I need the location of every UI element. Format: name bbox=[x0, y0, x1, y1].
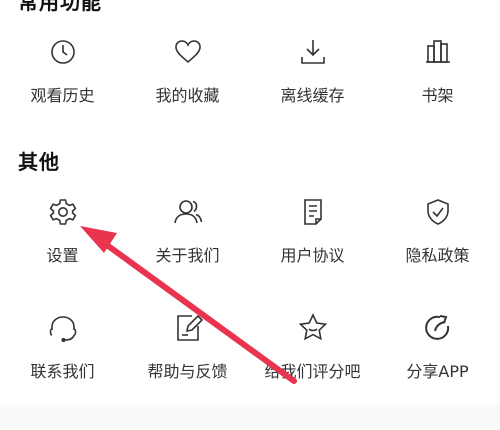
edit-note-icon bbox=[172, 312, 204, 344]
grid-item-label: 观看历史 bbox=[30, 86, 95, 105]
share-circle-icon bbox=[422, 312, 454, 344]
grid-item-bookshelf[interactable]: 书架 bbox=[375, 36, 500, 126]
grid-item-label: 设置 bbox=[46, 246, 79, 265]
grid-item-about-us[interactable]: 关于我们 bbox=[125, 196, 250, 286]
people-icon bbox=[172, 196, 204, 228]
grid-item-label: 我的收藏 bbox=[155, 86, 220, 105]
grid-item-label: 离线缓存 bbox=[280, 86, 345, 105]
grid-item-label: 联系我们 bbox=[30, 362, 95, 381]
grid-item-label: 用户协议 bbox=[280, 246, 345, 265]
grid-item-label: 给我们评分吧 bbox=[264, 362, 361, 381]
grid-item-share-app[interactable]: 分享APP bbox=[375, 312, 500, 402]
grid-item-contact-us[interactable]: 联系我们 bbox=[0, 312, 125, 402]
grid-item-label: 隐私政策 bbox=[405, 246, 470, 265]
grid-item-label: 书架 bbox=[421, 86, 454, 105]
section-title-common: 常用功能 bbox=[18, 0, 102, 14]
heart-icon bbox=[172, 36, 204, 68]
section-title-other: 其他 bbox=[18, 150, 60, 174]
star-face-icon bbox=[297, 312, 329, 344]
bottom-bar bbox=[0, 404, 500, 430]
grid-item-favorites[interactable]: 我的收藏 bbox=[125, 36, 250, 126]
download-icon bbox=[297, 36, 329, 68]
bookshelf-icon bbox=[422, 36, 454, 68]
grid-item-label: 分享APP bbox=[406, 362, 469, 381]
headset-icon bbox=[47, 312, 79, 344]
clock-icon bbox=[47, 36, 79, 68]
grid-item-label: 关于我们 bbox=[155, 246, 220, 265]
grid-item-privacy-policy[interactable]: 隐私政策 bbox=[375, 196, 500, 286]
grid-item-label: 帮助与反馈 bbox=[147, 362, 228, 381]
grid-item-settings[interactable]: 设置 bbox=[0, 196, 125, 286]
grid-item-history[interactable]: 观看历史 bbox=[0, 36, 125, 126]
grid-item-user-agreement[interactable]: 用户协议 bbox=[250, 196, 375, 286]
document-icon bbox=[297, 196, 329, 228]
grid-item-offline-cache[interactable]: 离线缓存 bbox=[250, 36, 375, 126]
gear-icon bbox=[47, 196, 79, 228]
shield-check-icon bbox=[422, 196, 454, 228]
grid-item-help-feedback[interactable]: 帮助与反馈 bbox=[125, 312, 250, 402]
